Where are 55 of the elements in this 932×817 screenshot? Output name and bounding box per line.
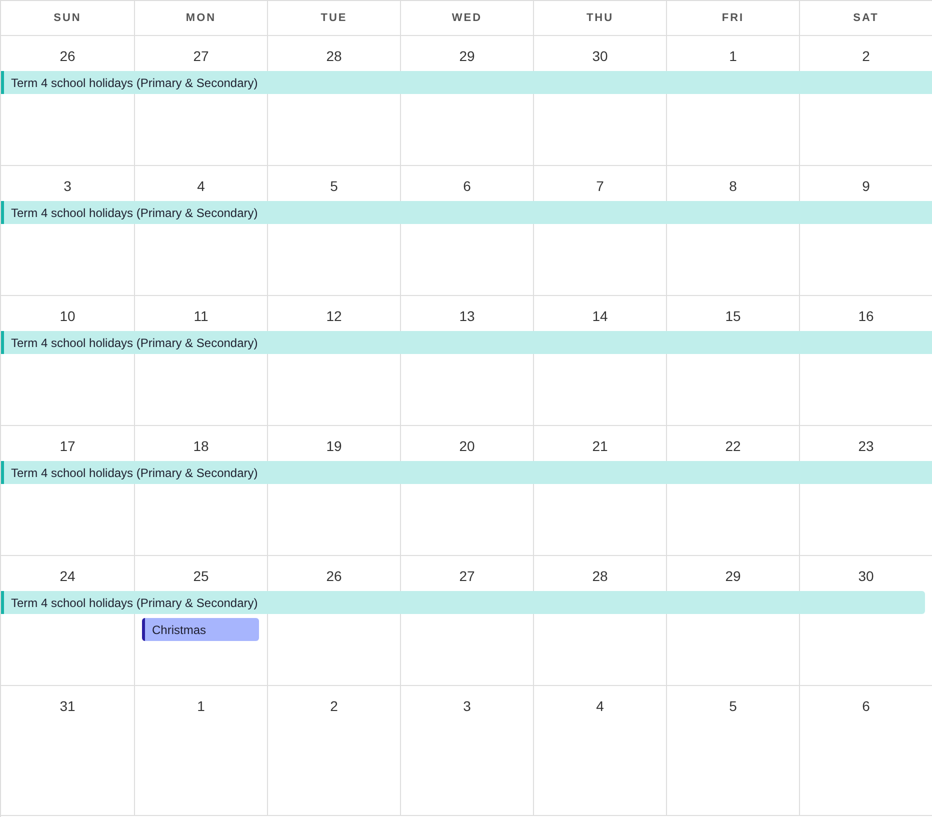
date-number: 28: [592, 568, 608, 584]
date-number: 23: [858, 438, 874, 454]
date-number: 7: [596, 178, 604, 194]
date-number: 17: [60, 438, 76, 454]
date-number: 1: [729, 48, 737, 64]
date-number: 5: [729, 698, 737, 714]
date-number: 4: [596, 698, 604, 714]
date-number: 3: [463, 698, 471, 714]
date-number: 6: [463, 178, 471, 194]
date-number: 22: [725, 438, 741, 454]
date-number: 12: [326, 308, 342, 324]
event-bar[interactable]: Term 4 school holidays (Primary & Secondary): [1, 591, 925, 614]
date-number: 5: [330, 178, 338, 194]
date-number: 8: [729, 178, 737, 194]
date-number: 9: [862, 178, 870, 194]
date-number: 30: [858, 568, 874, 584]
date-number: 24: [60, 568, 76, 584]
date-number: 29: [725, 568, 741, 584]
date-number: 4: [197, 178, 205, 194]
date-number: 13: [459, 308, 475, 324]
date-number: 11: [194, 308, 208, 324]
date-number: 20: [459, 438, 475, 454]
weekday-header: MON: [186, 10, 216, 26]
date-number: 29: [459, 48, 475, 64]
date-number: 14: [592, 308, 608, 324]
event-bar[interactable]: Term 4 school holidays (Primary & Secondary): [1, 461, 932, 484]
date-number: 27: [459, 568, 475, 584]
weekday-header: TUE: [320, 10, 348, 26]
event-bar[interactable]: Term 4 school holidays (Primary & Secondary): [1, 201, 932, 224]
weekday-header: WED: [452, 10, 482, 26]
date-number: 3: [64, 178, 72, 194]
date-number: 2: [862, 48, 870, 64]
date-number: 1: [197, 698, 205, 714]
event-bar[interactable]: Christmas: [142, 618, 259, 641]
weekday-header: SUN: [54, 10, 82, 26]
date-number: 15: [725, 308, 741, 324]
date-number: 27: [193, 48, 209, 64]
weekday-header: FRI: [722, 10, 744, 26]
date-number: 21: [592, 438, 608, 454]
event-bar[interactable]: Term 4 school holidays (Primary & Secondary): [1, 331, 932, 354]
event-bar[interactable]: Term 4 school holidays (Primary & Secondary): [1, 71, 932, 94]
date-number: 26: [326, 568, 342, 584]
weekday-header: SAT: [853, 10, 879, 26]
date-number: 19: [326, 438, 342, 454]
date-number: 28: [326, 48, 342, 64]
date-number: 26: [60, 48, 76, 64]
weekday-header: THU: [586, 10, 614, 26]
date-number: 6: [862, 698, 870, 714]
date-number: 10: [60, 308, 76, 324]
date-number: 18: [193, 438, 209, 454]
date-number: 30: [592, 48, 608, 64]
date-number: 2: [330, 698, 338, 714]
date-number: 31: [60, 698, 76, 714]
date-number: 25: [193, 568, 209, 584]
date-number: 16: [858, 308, 874, 324]
